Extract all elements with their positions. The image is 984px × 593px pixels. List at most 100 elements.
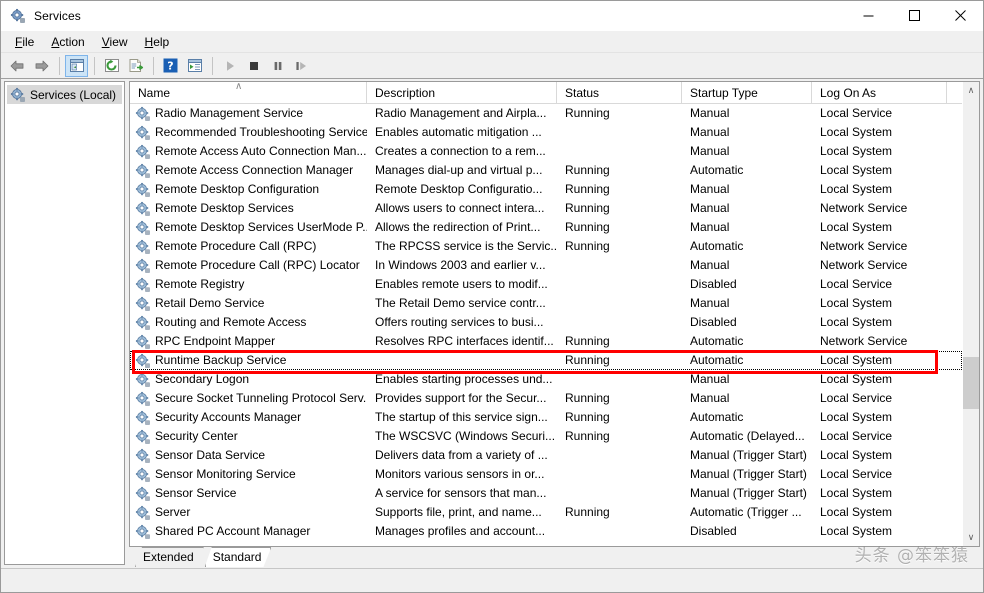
menu-file[interactable]: File [7,32,43,52]
cell-description: Remote Desktop Configuratio... [367,180,557,199]
properties-icon[interactable] [183,55,206,77]
window-title: Services [34,9,845,23]
table-row[interactable]: ServerSupports file, print, and name...R… [130,503,962,522]
service-name-label: Remote Procedure Call (RPC) Locator [155,256,360,275]
cell-startup: Automatic (Delayed... [682,427,812,446]
cell-name: Sensor Monitoring Service [130,465,367,484]
column-header-name[interactable]: Name∧ [130,82,367,104]
cell-startup: Disabled [682,275,812,294]
table-row[interactable]: Runtime Backup ServiceRunningAutomaticLo… [130,351,962,370]
cell-logon: Local Service [812,389,947,408]
table-row[interactable]: Remote Access Auto Connection Man...Crea… [130,142,962,161]
restart-service-icon[interactable] [290,55,313,77]
tab-standard[interactable]: Standard [205,547,272,567]
column-header-startup[interactable]: Startup Type [682,82,812,104]
cell-startup: Disabled [682,522,812,541]
scrollbar-thumb[interactable] [963,357,979,409]
cell-description: Delivers data from a variety of ... [367,446,557,465]
cell-startup: Automatic [682,351,812,370]
table-row[interactable]: Secure Socket Tunneling Protocol Serv...… [130,389,962,408]
sidebar-item-label: Services (Local) [30,88,116,102]
minimize-button[interactable] [845,1,891,31]
tab-extended[interactable]: Extended [135,547,204,567]
cell-status [557,522,682,541]
table-row[interactable]: Remote Procedure Call (RPC) LocatorIn Wi… [130,256,962,275]
export-list-icon[interactable] [124,55,147,77]
cell-name: Retail Demo Service [130,294,367,313]
cell-logon: Local System [812,503,947,522]
cell-logon: Local System [812,218,947,237]
cell-logon: Local System [812,351,947,370]
close-button[interactable] [937,1,983,31]
menu-help[interactable]: Help [137,32,179,52]
cell-name: Secure Socket Tunneling Protocol Serv... [130,389,367,408]
watermark: 头条 @笨笨猿 [855,541,969,566]
show-hide-console-tree-icon[interactable] [65,55,88,77]
cell-name: Remote Access Connection Manager [130,161,367,180]
service-name-label: Remote Access Auto Connection Man... [155,142,366,161]
scrollbar-track[interactable] [963,99,979,529]
cell-name: Secondary Logon [130,370,367,389]
service-name-label: Security Accounts Manager [155,408,301,427]
service-name-label: Runtime Backup Service [155,351,286,370]
sort-ascending-icon: ∧ [235,82,242,91]
service-name-label: Recommended Troubleshooting Service [155,123,367,142]
table-row[interactable]: Secondary LogonEnables starting processe… [130,370,962,389]
cell-startup: Automatic (Trigger ... [682,503,812,522]
toolbar-separator-2 [94,57,95,75]
table-row[interactable]: Retail Demo ServiceThe Retail Demo servi… [130,294,962,313]
refresh-icon[interactable] [100,55,123,77]
table-row[interactable]: Remote Desktop ConfigurationRemote Deskt… [130,180,962,199]
service-gear-icon [135,201,151,217]
column-header-logon[interactable]: Log On As [812,82,947,104]
column-header-status[interactable]: Status [557,82,682,104]
scroll-up-arrow-icon[interactable]: ∧ [963,82,979,99]
table-row[interactable]: Remote Desktop Services UserMode P...All… [130,218,962,237]
forward-arrow-icon[interactable] [30,55,53,77]
vertical-scrollbar[interactable]: ∧ ∨ [962,82,979,546]
table-row[interactable]: Shared PC Account ManagerManages profile… [130,522,962,541]
table-row[interactable]: Remote Desktop ServicesAllows users to c… [130,199,962,218]
menu-file-rest: ile [22,35,34,49]
table-row[interactable]: Recommended Troubleshooting ServiceEnabl… [130,123,962,142]
table-row[interactable]: RPC Endpoint MapperResolves RPC interfac… [130,332,962,351]
table-row[interactable]: Remote Procedure Call (RPC)The RPCSS ser… [130,237,962,256]
cell-startup: Manual (Trigger Start) [682,484,812,503]
stop-service-icon[interactable] [242,55,265,77]
cell-startup: Automatic [682,408,812,427]
cell-logon: Local System [812,446,947,465]
service-gear-icon [135,125,151,141]
start-service-icon[interactable] [218,55,241,77]
column-header-description[interactable]: Description [367,82,557,104]
table-row[interactable]: Sensor ServiceA service for sensors that… [130,484,962,503]
back-arrow-icon[interactable] [6,55,29,77]
maximize-button[interactable] [891,1,937,31]
service-gear-icon [135,220,151,236]
help-icon[interactable]: ? [159,55,182,77]
cell-startup: Manual (Trigger Start) [682,446,812,465]
cell-description: Radio Management and Airpla... [367,104,557,123]
cell-description: Enables automatic mitigation ... [367,123,557,142]
table-row[interactable]: Remote RegistryEnables remote users to m… [130,275,962,294]
cell-name: Remote Desktop Configuration [130,180,367,199]
table-row[interactable]: Sensor Monitoring ServiceMonitors variou… [130,465,962,484]
sidebar-item-services-local[interactable]: Services (Local) [7,85,122,104]
cell-logon: Local System [812,522,947,541]
menu-bar: File Action View Help [1,31,983,53]
cell-name: Security Center [130,427,367,446]
table-row[interactable]: Sensor Data ServiceDelivers data from a … [130,446,962,465]
menu-view[interactable]: View [94,32,137,52]
cell-description: The RPCSS service is the Servic... [367,237,557,256]
table-row[interactable]: Security Accounts ManagerThe startup of … [130,408,962,427]
table-row[interactable]: Routing and Remote AccessOffers routing … [130,313,962,332]
cell-status [557,484,682,503]
cell-description: Allows users to connect intera... [367,199,557,218]
pause-service-icon[interactable] [266,55,289,77]
table-row[interactable]: Security CenterThe WSCSVC (Windows Secur… [130,427,962,446]
table-row[interactable]: Radio Management Service Radio Management… [130,104,962,123]
table-row[interactable]: Remote Access Connection ManagerManages … [130,161,962,180]
menu-action[interactable]: Action [43,32,93,52]
service-name-label: Radio Management Service [155,104,303,123]
cell-startup: Manual [682,218,812,237]
service-gear-icon [135,467,151,483]
